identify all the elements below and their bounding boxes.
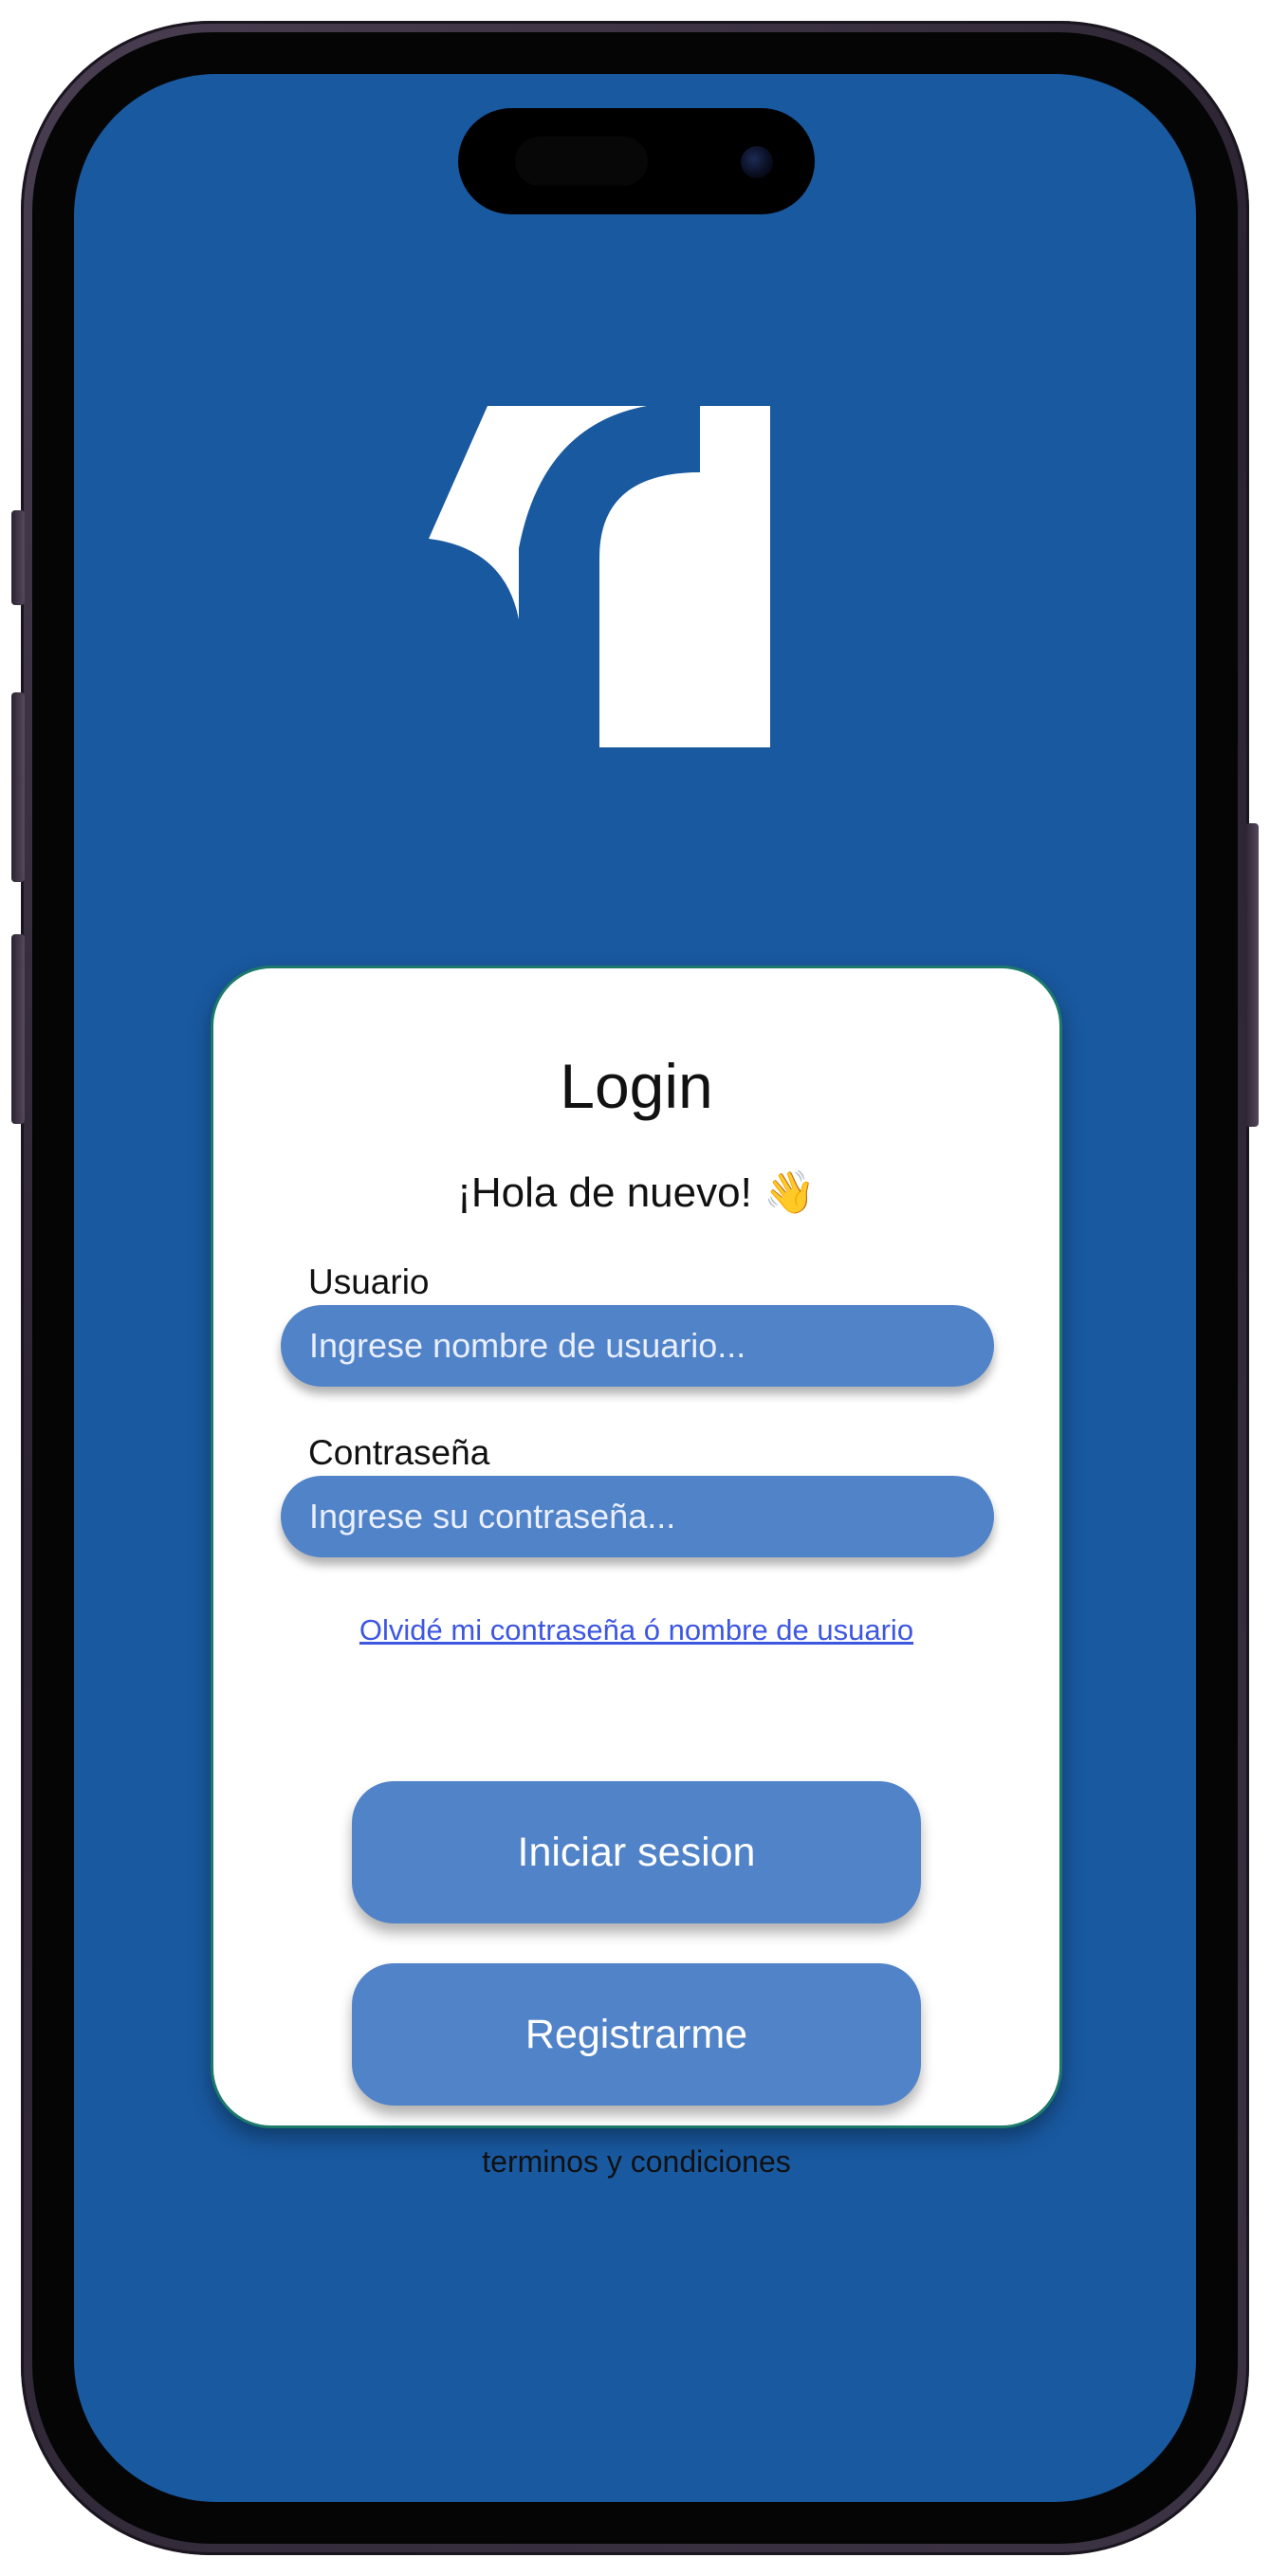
power-button	[1245, 823, 1259, 1127]
greeting-text: ¡Hola de nuevo! 👋	[457, 1169, 816, 1216]
app-screen: Login ¡Hola de nuevo! 👋 Usuario Ingrese …	[74, 74, 1196, 2502]
password-input[interactable]: Ingrese su contraseña...	[281, 1476, 994, 1557]
forgot-credentials-link[interactable]: Olvidé mi contraseña ó nombre de usuario	[213, 1613, 1059, 1647]
login-title: Login	[560, 1051, 713, 1121]
action-button	[11, 510, 25, 605]
app-logo-icon	[429, 406, 770, 747]
password-label: Contraseña	[308, 1433, 490, 1472]
password-placeholder: Ingrese su contraseña...	[309, 1497, 676, 1536]
dynamic-island	[458, 108, 815, 214]
username-label: Usuario	[308, 1262, 430, 1301]
terms-link[interactable]: terminos y condiciones	[213, 2144, 1059, 2180]
username-placeholder: Ingrese nombre de usuario...	[309, 1326, 746, 1365]
login-button[interactable]: Iniciar sesion	[352, 1781, 921, 1923]
volume-up-button	[11, 692, 25, 882]
sensor	[515, 137, 648, 186]
register-button[interactable]: Registrarme	[352, 1963, 921, 2106]
camera-icon	[741, 146, 773, 178]
volume-down-button	[11, 934, 25, 1124]
login-card: Login ¡Hola de nuevo! 👋 Usuario Ingrese …	[211, 966, 1062, 2179]
username-input[interactable]: Ingrese nombre de usuario...	[281, 1305, 994, 1387]
